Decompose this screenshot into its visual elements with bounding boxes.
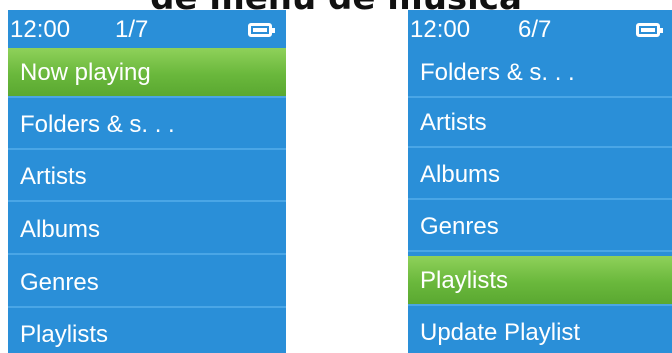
menu-item-update-playlist[interactable]: Update Playlist — [408, 308, 672, 353]
menu-item-genres[interactable]: Genres — [408, 202, 672, 252]
menu-item-playlists[interactable]: Playlists — [8, 310, 286, 353]
menu-item-playlists[interactable]: Playlists — [408, 256, 672, 306]
menu-item-albums[interactable]: Albums — [8, 205, 286, 255]
clock-time: 12:00 — [10, 16, 71, 43]
status-bar: 12:00 6/7 — [408, 10, 672, 48]
menu-item-artists[interactable]: Artists — [408, 98, 672, 148]
player-screen-right: 12:00 6/7 Folders & s. . . Artists Album… — [408, 10, 672, 353]
page-indicator: 1/7 — [115, 16, 149, 43]
menu-item-albums[interactable]: Albums — [408, 150, 672, 200]
player-screen-left: 12:00 1/7 Now playing Folders & s. . . A… — [8, 10, 286, 353]
battery-icon — [636, 23, 663, 37]
battery-icon — [248, 23, 275, 37]
menu-item-genres[interactable]: Genres — [8, 258, 286, 308]
menu-item-folders[interactable]: Folders & s. . . — [408, 48, 672, 98]
clock-time: 12:00 — [410, 16, 471, 43]
menu-item-artists[interactable]: Artists — [8, 152, 286, 202]
menu-item-now-playing[interactable]: Now playing — [8, 48, 286, 98]
menu-item-folders[interactable]: Folders & s. . . — [8, 100, 286, 150]
page-indicator: 6/7 — [518, 16, 552, 43]
status-bar: 12:00 1/7 — [8, 10, 286, 48]
